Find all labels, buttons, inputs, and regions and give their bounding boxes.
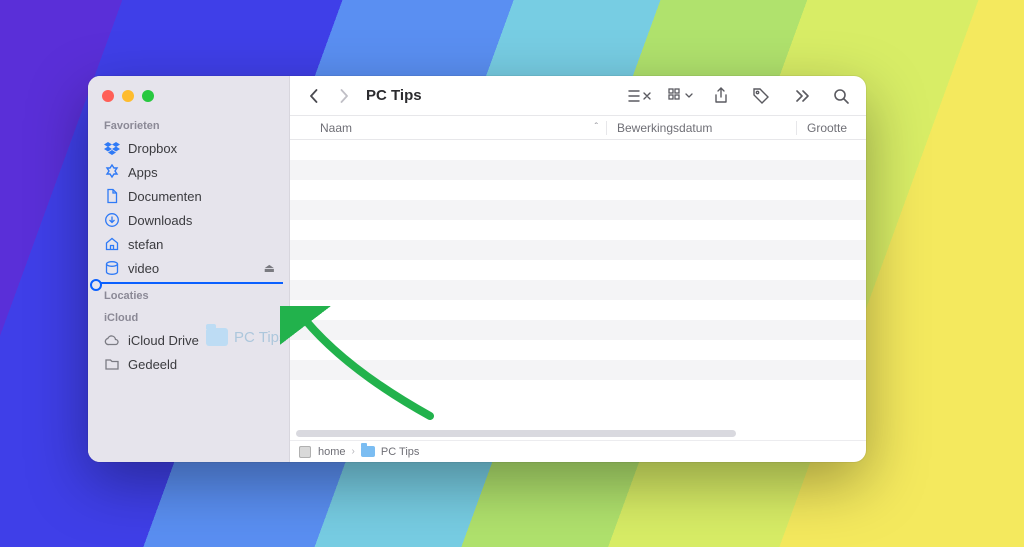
list-row xyxy=(290,180,866,200)
list-row xyxy=(290,300,866,320)
apps-icon xyxy=(104,164,120,180)
sidebar-item-video[interactable]: video ⏏ xyxy=(88,256,289,280)
search-button[interactable] xyxy=(828,84,854,108)
list-row xyxy=(290,240,866,260)
back-button[interactable] xyxy=(302,84,326,108)
list-row xyxy=(290,380,866,400)
chevron-right-icon: › xyxy=(352,446,355,457)
cloud-icon xyxy=(104,332,120,348)
column-headers: Naam ˆ Bewerkingsdatum Grootte xyxy=(290,116,866,140)
zoom-window-button[interactable] xyxy=(142,90,154,102)
view-mode-button[interactable] xyxy=(628,84,654,108)
tags-button[interactable] xyxy=(748,84,774,108)
sidebar-item-label: video xyxy=(128,261,159,276)
home-icon xyxy=(104,236,120,252)
minimize-window-button[interactable] xyxy=(122,90,134,102)
list-row xyxy=(290,280,866,300)
window-controls xyxy=(88,86,289,114)
list-row xyxy=(290,200,866,220)
close-window-button[interactable] xyxy=(102,90,114,102)
sidebar-section-favorites: Favorieten xyxy=(88,114,289,136)
sidebar-item-apps[interactable]: Apps xyxy=(88,160,289,184)
path-bar: home › PC Tips xyxy=(290,440,866,462)
drop-indicator xyxy=(94,282,283,284)
folder-icon xyxy=(361,446,375,458)
sidebar-item-downloads[interactable]: Downloads xyxy=(88,208,289,232)
eject-icon[interactable]: ⏏ xyxy=(264,261,275,275)
sidebar-item-label: Downloads xyxy=(128,213,192,228)
sidebar-item-label: stefan xyxy=(128,237,163,252)
scrollbar-thumb[interactable] xyxy=(296,430,736,437)
main-pane: PC Tips xyxy=(290,76,866,462)
disk-icon xyxy=(298,446,312,458)
sidebar-section-icloud: iCloud xyxy=(88,306,289,328)
sidebar-item-dropbox[interactable]: Dropbox xyxy=(88,136,289,160)
group-button[interactable] xyxy=(668,84,694,108)
list-row xyxy=(290,220,866,240)
sidebar-item-icloud-drive[interactable]: iCloud Drive xyxy=(88,328,289,352)
column-size-label: Grootte xyxy=(807,121,847,135)
horizontal-scrollbar[interactable] xyxy=(290,426,866,440)
sidebar-item-label: Gedeeld xyxy=(128,357,177,372)
sidebar-item-label: Apps xyxy=(128,165,158,180)
sort-indicator-icon: ˆ xyxy=(595,122,598,133)
downloads-icon xyxy=(104,212,120,228)
list-row xyxy=(290,160,866,180)
column-size[interactable]: Grootte xyxy=(796,121,866,135)
sidebar-item-label: Dropbox xyxy=(128,141,177,156)
list-row xyxy=(290,340,866,360)
column-name[interactable]: Naam ˆ xyxy=(290,121,606,135)
list-row xyxy=(290,140,866,160)
list-row xyxy=(290,260,866,280)
disk-icon xyxy=(104,260,120,276)
list-row xyxy=(290,320,866,340)
column-name-label: Naam xyxy=(320,121,352,135)
path-segment[interactable]: home xyxy=(318,446,346,458)
sidebar: Favorieten Dropbox Apps Documenten Downl… xyxy=(88,76,290,462)
forward-button[interactable] xyxy=(332,84,356,108)
sidebar-item-shared[interactable]: Gedeeld xyxy=(88,352,289,376)
sidebar-item-documents[interactable]: Documenten xyxy=(88,184,289,208)
column-date-label: Bewerkingsdatum xyxy=(617,121,712,135)
share-button[interactable] xyxy=(708,84,734,108)
list-row xyxy=(290,360,866,380)
sidebar-item-label: iCloud Drive xyxy=(128,333,199,348)
toolbar-actions xyxy=(628,84,854,108)
sidebar-item-label: Documenten xyxy=(128,189,202,204)
shared-folder-icon xyxy=(104,356,120,372)
path-segment[interactable]: PC Tips xyxy=(381,446,420,458)
finder-window: Favorieten Dropbox Apps Documenten Downl… xyxy=(88,76,866,462)
window-title: PC Tips xyxy=(366,87,422,104)
column-date[interactable]: Bewerkingsdatum xyxy=(606,121,796,135)
more-button[interactable] xyxy=(788,84,814,108)
sidebar-item-home[interactable]: stefan xyxy=(88,232,289,256)
file-list[interactable] xyxy=(290,140,866,426)
document-icon xyxy=(104,188,120,204)
toolbar: PC Tips xyxy=(290,76,866,116)
sidebar-section-locations: Locaties xyxy=(88,284,289,306)
dropbox-icon xyxy=(104,140,120,156)
